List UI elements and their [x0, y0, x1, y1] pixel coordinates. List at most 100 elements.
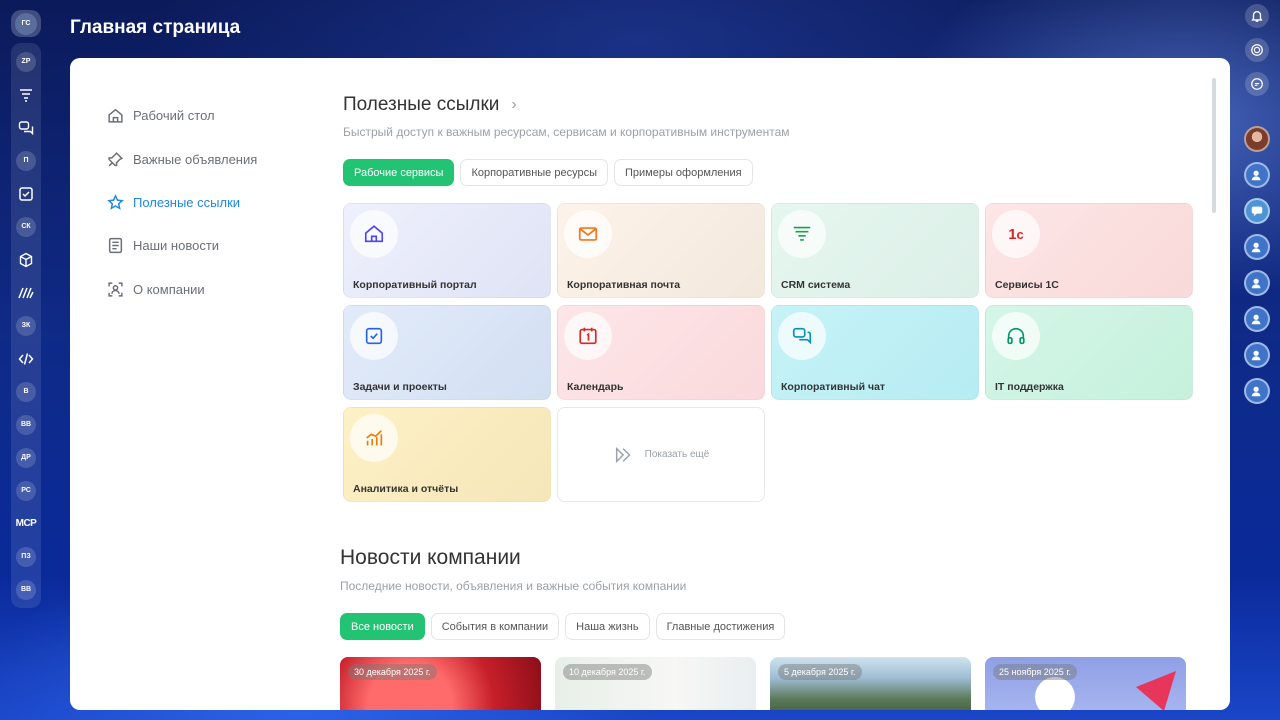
news-card[interactable]: 10 декабря 2025 г. [555, 657, 756, 710]
main-panel: Рабочий стол Важные объявления Полезные … [70, 58, 1230, 710]
rail-item-label: MCP [15, 518, 37, 529]
link-card-label: Корпоративная почта [567, 279, 681, 291]
show-more-label: Показать ещё [644, 449, 710, 460]
workspace-avatar[interactable]: ГС [11, 10, 41, 37]
rail-item-rs[interactable]: РС [11, 474, 41, 507]
rail-item-cube[interactable] [11, 243, 41, 276]
link-card-crm[interactable]: CRM система [771, 203, 979, 298]
rail-item-zp[interactable]: ZP [11, 45, 41, 78]
rail-item-funnel[interactable] [11, 78, 41, 111]
pin-icon [107, 151, 123, 166]
user-avatar[interactable] [1244, 342, 1270, 368]
nav-item-announcements[interactable]: Важные объявления [106, 137, 326, 180]
rail-item-label: РС [16, 480, 36, 501]
link-card-tasks[interactable]: Задачи и проекты [343, 305, 551, 400]
rail-item-zk[interactable]: ЗК [11, 309, 41, 342]
news-card[interactable]: 25 ноября 2025 г. [985, 657, 1186, 710]
chat-icon [1251, 206, 1263, 217]
rail-item-label: ПЗ [16, 546, 36, 567]
tab-achievements[interactable]: Главные достижения [655, 613, 786, 640]
left-app-rail: ГС ZP П СК ЗК В ВВ ДР РС MCP ПЗ ВВ [10, 10, 42, 608]
user-avatar[interactable] [1244, 162, 1270, 188]
rail-item-p[interactable]: П [11, 144, 41, 177]
rail-item-label: ДР [16, 447, 36, 468]
user-icon [1251, 170, 1261, 181]
chat-avatar[interactable] [1244, 198, 1270, 224]
tab-design-examples[interactable]: Примеры оформления [613, 159, 753, 186]
link-card-label: Корпоративный чат [781, 381, 886, 393]
headphones-icon [1007, 327, 1025, 345]
link-card-1c[interactable]: 1с Сервисы 1С [985, 203, 1193, 298]
user-avatar[interactable] [1244, 378, 1270, 404]
user-avatar[interactable] [1244, 234, 1270, 260]
bell-icon [1251, 10, 1263, 22]
news-card[interactable]: 30 декабря 2025 г. [340, 657, 541, 710]
notifications-button[interactable] [1245, 4, 1269, 28]
nav-item-news[interactable]: Наши новости [106, 224, 326, 267]
rail-item-v[interactable]: В [11, 375, 41, 408]
nav-item-desktop[interactable]: Рабочий стол [106, 94, 326, 137]
tab-all-news[interactable]: Все новости [340, 613, 425, 640]
rail-item-sk[interactable]: СК [11, 210, 41, 243]
link-card-calendar[interactable]: Календарь [557, 305, 765, 400]
code-icon [18, 352, 34, 365]
rail-item-dr[interactable]: ДР [11, 441, 41, 474]
rail-item-vv2[interactable]: ВВ [11, 573, 41, 606]
news-section: Новости компании Последние новости, объя… [340, 546, 786, 640]
user-avatar-photo[interactable] [1244, 126, 1270, 152]
nav-item-label: Важные объявления [133, 151, 258, 167]
right-rail [1244, 4, 1270, 414]
chat-icon [18, 120, 34, 135]
target-button[interactable] [1245, 38, 1269, 62]
rail-item-stripes[interactable] [11, 276, 41, 309]
funnel-icon [20, 88, 32, 102]
rail-item-chat[interactable] [11, 111, 41, 144]
scrollbar[interactable] [1212, 78, 1216, 213]
rail-item-code[interactable] [11, 342, 41, 375]
news-date: 5 декабря 2025 г. [778, 664, 862, 680]
user-icon [1251, 314, 1261, 325]
tab-company-events[interactable]: События в компании [430, 613, 560, 640]
rail-item-label: ЗК [16, 315, 36, 336]
target-icon [1251, 44, 1263, 56]
rail-item-mcp[interactable]: MCP [11, 507, 41, 540]
news-card[interactable]: 5 декабря 2025 г. [770, 657, 971, 710]
stripes-logo-icon [18, 287, 34, 298]
rail-item-label: ZP [16, 51, 36, 72]
checkbox-icon [19, 186, 33, 201]
link-card-portal[interactable]: Корпоративный портал [343, 203, 551, 298]
tab-corporate-resources[interactable]: Корпоративные ресурсы [460, 159, 608, 186]
search-chat-button[interactable] [1245, 72, 1269, 96]
company-icon [107, 282, 123, 297]
nav-item-about[interactable]: О компании [106, 268, 326, 311]
chevron-right-icon: › [511, 96, 517, 113]
user-avatar[interactable] [1244, 306, 1270, 332]
link-card-label: Задачи и проекты [353, 381, 447, 393]
chat-icon [792, 327, 812, 345]
link-card-analytics[interactable]: Аналитика и отчёты [343, 407, 551, 502]
link-card-label: Календарь [567, 381, 624, 393]
link-card-it-support[interactable]: IT поддержка [985, 305, 1193, 400]
rail-item-label: В [16, 381, 36, 402]
home-icon [107, 108, 123, 123]
user-avatar[interactable] [1244, 270, 1270, 296]
rail-item-vv[interactable]: ВВ [11, 408, 41, 441]
link-card-mail[interactable]: Корпоративная почта [557, 203, 765, 298]
show-more-button[interactable]: Показать ещё [557, 407, 765, 502]
nav-item-label: Рабочий стол [133, 108, 215, 124]
home-icon [364, 225, 384, 243]
search-chat-icon [1251, 78, 1263, 90]
news-date: 30 декабря 2025 г. [348, 664, 437, 680]
chart-icon [366, 430, 383, 446]
section-nav: Рабочий стол Важные объявления Полезные … [106, 94, 326, 311]
links-subtitle: Быстрый доступ к важным ресурсам, сервис… [343, 125, 790, 139]
links-title-row[interactable]: Полезные ссылки › [343, 94, 790, 116]
cube-icon [19, 252, 33, 267]
link-card-chat[interactable]: Корпоративный чат [771, 305, 979, 400]
tab-work-services[interactable]: Рабочие сервисы [343, 159, 455, 186]
star-icon [106, 194, 124, 210]
rail-item-pz[interactable]: ПЗ [11, 540, 41, 573]
rail-item-tasks[interactable] [11, 177, 41, 210]
nav-item-links[interactable]: Полезные ссылки [106, 181, 326, 224]
tab-our-life[interactable]: Наша жизнь [565, 613, 650, 640]
